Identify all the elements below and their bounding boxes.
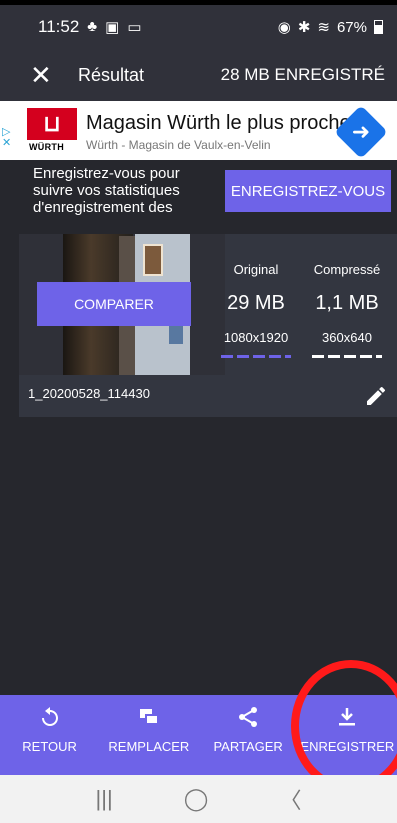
original-resolution: 1080x1920 xyxy=(223,330,289,345)
save-button[interactable]: ENREGISTRER xyxy=(298,695,397,775)
undo-label: RETOUR xyxy=(22,739,77,754)
recent-apps-icon[interactable]: ||| xyxy=(96,786,113,812)
image-notification-icon: ▭ xyxy=(127,19,142,36)
compressed-dash-line xyxy=(312,355,382,358)
saved-size-label: 28 MB ENREGISTRÉ xyxy=(220,65,385,84)
original-size: 29 MB xyxy=(227,292,285,314)
save-label: ENREGISTRER xyxy=(300,739,395,754)
share-label: PARTAGER xyxy=(213,739,283,754)
bluetooth-icon: ✱ xyxy=(297,19,311,36)
promo-text: Enregistrez-vous pour suivre vos statist… xyxy=(33,165,180,216)
file-name: 1_20200528_114430 xyxy=(28,386,150,401)
download-icon xyxy=(339,708,356,726)
compressed-label: Compressé xyxy=(313,262,381,277)
replace-label: REMPLACER xyxy=(108,739,190,754)
logo-mark: ⊔ xyxy=(27,108,77,140)
pencil-icon[interactable] xyxy=(364,384,388,408)
original-label: Original xyxy=(233,262,279,277)
system-nav-bar: ||| ◯ 〈 xyxy=(0,775,397,823)
notification-icon: ♣ xyxy=(87,18,98,35)
replace-icon xyxy=(139,709,159,725)
battery-percent: 67% xyxy=(336,18,367,36)
page-title: Résultat xyxy=(78,64,145,85)
register-promo: Enregistrez-vous pour suivre vos statist… xyxy=(0,160,397,218)
replace-button[interactable]: REMPLACER xyxy=(99,695,198,775)
app-notification-icon: ▣ xyxy=(105,19,120,36)
ad-subline: Würth - Magasin de Vaulx-en-Velin xyxy=(86,138,271,152)
status-bar: 11:52 ♣ ▣ ▭ ◉ ✱ ≋ 67% xyxy=(0,5,397,49)
home-icon[interactable]: ◯ xyxy=(184,786,209,812)
wurth-logo: ⊔ WÜRTH xyxy=(27,108,77,154)
status-time: 11:52 xyxy=(38,17,80,36)
register-button[interactable]: ENREGISTREZ-VOUS xyxy=(225,170,391,212)
alarm-icon: ◉ xyxy=(277,19,291,36)
back-icon[interactable]: 〈 xyxy=(279,783,301,815)
adchoices-icon[interactable]: ▷ ✕ xyxy=(2,127,11,149)
ad-headline[interactable]: Magasin Würth le plus proche xyxy=(86,112,351,135)
undo-button[interactable]: RETOUR xyxy=(0,695,99,775)
undo-icon xyxy=(41,707,58,726)
battery-icon xyxy=(374,20,383,34)
close-icon[interactable]: ✕ xyxy=(30,62,60,88)
notification-icons: ♣ ▣ ▭ xyxy=(87,18,141,36)
share-icon xyxy=(239,707,258,727)
share-button[interactable]: PARTAGER xyxy=(199,695,298,775)
directions-icon[interactable]: ➜ xyxy=(342,113,380,151)
app-bar: ✕ Résultat 28 MB ENREGISTRÉ xyxy=(0,49,397,101)
result-card: COMPARER Original 29 MB 1080x1920 Compre… xyxy=(19,234,397,417)
thumb-picture xyxy=(143,244,163,276)
original-dash-line xyxy=(221,355,291,358)
wifi-signal-icon: ≋ xyxy=(317,19,330,36)
compressed-resolution: 360x640 xyxy=(322,330,372,345)
logo-brand: WÜRTH xyxy=(29,142,64,152)
compare-button[interactable]: COMPARER xyxy=(37,282,191,326)
compressed-size: 1,1 MB xyxy=(315,292,379,314)
bottom-action-bar: RETOUR REMPLACER PARTAGER ENREGISTRER xyxy=(0,695,397,775)
ad-banner[interactable]: ▷ ✕ ⊔ WÜRTH Magasin Würth le plus proche … xyxy=(0,101,397,160)
status-right: ◉ ✱ ≋ 67% xyxy=(278,18,383,36)
